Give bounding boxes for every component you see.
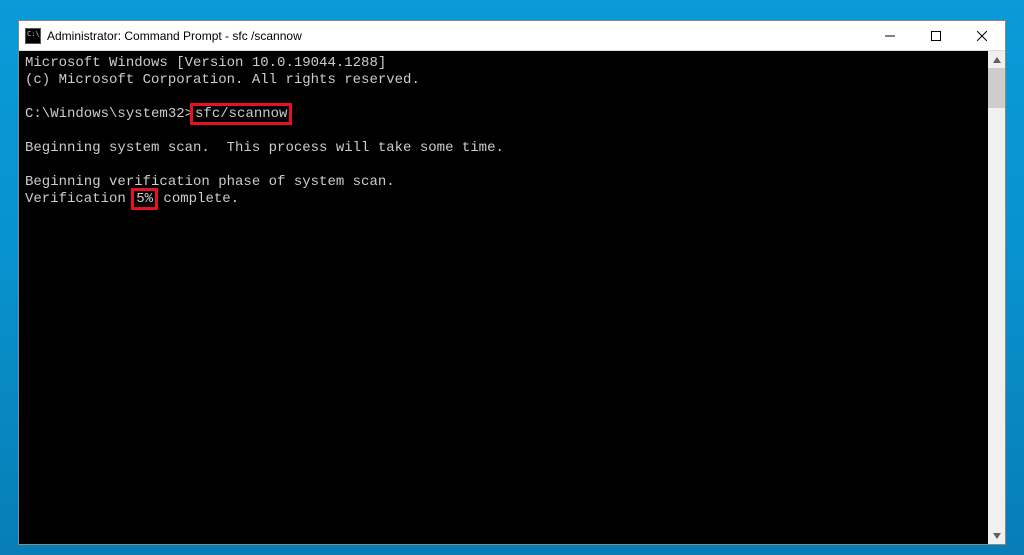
titlebar[interactable]: Administrator: Command Prompt - sfc /sca… [19, 21, 1005, 51]
line-copyright: (c) Microsoft Corporation. All rights re… [25, 72, 420, 88]
verif-prefix: Verification [25, 191, 134, 207]
scroll-up-arrow-icon[interactable] [988, 51, 1005, 68]
highlight-percent: 5% [134, 191, 155, 207]
terminal-output[interactable]: Microsoft Windows [Version 10.0.19044.12… [19, 51, 988, 544]
maximize-button[interactable] [913, 21, 959, 50]
line-verification-phase: Beginning verification phase of system s… [25, 174, 395, 190]
window-title: Administrator: Command Prompt - sfc /sca… [47, 29, 867, 43]
scroll-thumb[interactable] [988, 68, 1005, 108]
command-prompt-window: Administrator: Command Prompt - sfc /sca… [18, 20, 1006, 545]
close-button[interactable] [959, 21, 1005, 50]
cmd-icon [25, 28, 41, 44]
line-begin-scan: Beginning system scan. This process will… [25, 140, 504, 156]
minimize-button[interactable] [867, 21, 913, 50]
window-controls [867, 21, 1005, 50]
terminal-area: Microsoft Windows [Version 10.0.19044.12… [19, 51, 1005, 544]
vertical-scrollbar[interactable] [988, 51, 1005, 544]
scroll-down-arrow-icon[interactable] [988, 527, 1005, 544]
prompt-prefix: C:\Windows\system32> [25, 106, 193, 122]
highlight-command: sfc/scannow [193, 106, 289, 122]
verif-suffix: complete. [155, 191, 239, 207]
line-version: Microsoft Windows [Version 10.0.19044.12… [25, 55, 386, 71]
